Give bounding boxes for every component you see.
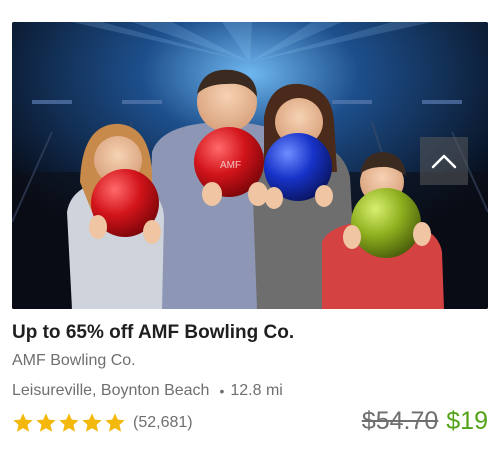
deal-title[interactable]: Up to 65% off AMF Bowling Co. (12, 322, 294, 344)
rating-row: (52,681) (12, 412, 193, 434)
distance-label: 12.8 mi (230, 382, 283, 399)
star-icon (59, 413, 79, 432)
merchant-name: AMF Bowling Co. (12, 352, 136, 369)
location-row: Leisureville, Boynton Beach • 12.8 mi (12, 382, 283, 400)
deal-card[interactable]: AMF Up to 65% off AMF Bowling Co. AMF Bo… (0, 0, 500, 452)
location-label: Leisureville, Boynton Beach (12, 382, 210, 399)
star-icon (36, 413, 56, 432)
star-icon (13, 413, 33, 432)
star-icon (82, 413, 102, 432)
original-price: $54.70 (361, 407, 439, 435)
star-icon (105, 413, 125, 432)
collapse-button[interactable] (420, 137, 468, 185)
chevron-up-icon (431, 154, 457, 169)
review-count: (52,681) (133, 414, 193, 431)
star-rating (12, 412, 127, 434)
price-block: $54.70 $19 (362, 407, 488, 436)
deal-image[interactable]: AMF (12, 22, 488, 309)
ball-logo: AMF (220, 160, 241, 171)
bowling-family-photo: AMF (12, 22, 488, 309)
deal-price: $19 (446, 407, 488, 435)
separator-dot: • (219, 383, 225, 399)
